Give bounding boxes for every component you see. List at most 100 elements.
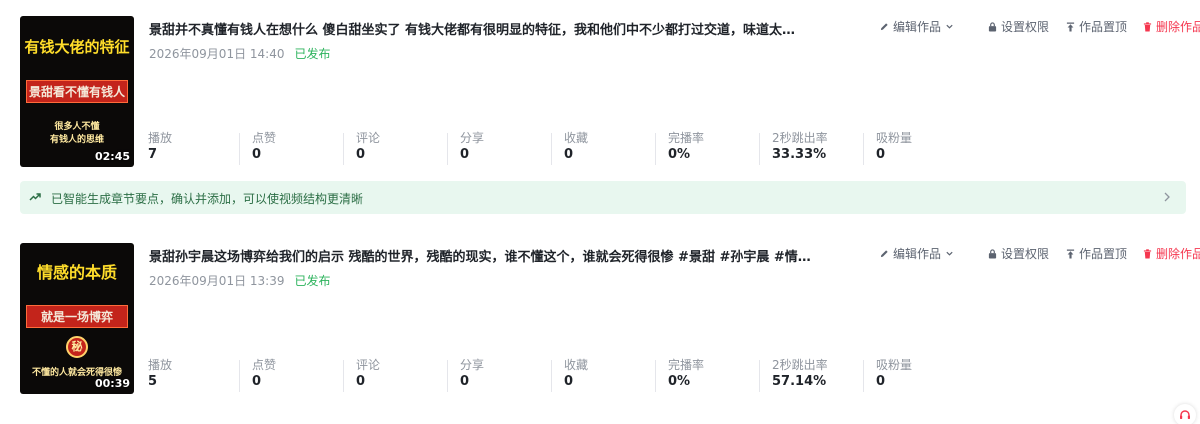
stat-divider — [655, 360, 656, 392]
stat-value: 57.14% — [772, 374, 827, 389]
stat-followers-gained: 吸粉量 0 — [876, 356, 979, 394]
stat-comments: 评论 0 — [356, 129, 459, 167]
chapter-suggestion-banner[interactable]: 已智能生成章节要点，确认并添加，可以使视频结构更清晰 — [20, 181, 1186, 214]
stat-divider — [239, 133, 240, 165]
stat-plays: 播放 7 — [148, 129, 251, 167]
edit-work-button[interactable]: 编辑作品 — [880, 18, 954, 35]
stat-value: 0% — [668, 374, 691, 389]
trash-icon — [1143, 248, 1152, 258]
thumbnail-caption: 有钱人的思维 — [49, 135, 104, 145]
stat-value: 0 — [876, 147, 886, 162]
work-title[interactable]: 景甜并不真懂有钱人在想什么 傻白甜坐实了 有钱大佬都有很明显的特征，我和他们中不… — [149, 19, 849, 38]
chevron-down-icon — [946, 251, 953, 256]
seal-badge: 秘 — [66, 336, 88, 358]
stat-label: 完播率 — [668, 131, 705, 145]
edit-work-button[interactable]: 编辑作品 — [880, 245, 954, 262]
thumbnail-caption: 情感的本质 — [36, 263, 117, 282]
stat-label: 点赞 — [252, 358, 277, 372]
video-duration: 02:45 — [94, 150, 130, 163]
stat-label: 分享 — [460, 131, 485, 145]
stat-divider — [759, 360, 760, 392]
video-duration: 00:39 — [94, 377, 130, 390]
stat-divider — [343, 133, 344, 165]
trash-icon — [1143, 21, 1152, 31]
stat-favorites: 收藏 0 — [564, 356, 667, 394]
stat-value: 0 — [460, 374, 470, 389]
stat-shares: 分享 0 — [460, 356, 563, 394]
status-badge: 已发布 — [294, 274, 331, 288]
stat-2s-bounce-rate: 2秒跳出率 33.33% — [772, 129, 875, 167]
lock-icon — [988, 248, 997, 258]
chevron-right-icon[interactable] — [1162, 191, 1172, 203]
work-stats: 播放 5 点赞 0 评论 0 分享 0 收藏 0 完播率 0% 2秒跳出率 57.14% 吸粉… — [148, 356, 938, 394]
set-permissions-label: 设置权限 — [1001, 247, 1050, 261]
pencil-icon — [880, 23, 888, 31]
stat-label: 评论 — [356, 358, 381, 372]
set-permissions-button[interactable]: 设置权限 — [988, 18, 1049, 35]
stat-label: 2秒跳出率 — [772, 358, 828, 372]
work-actions: 编辑作品 设置权限 作品置顶 删除作品 — [880, 18, 1200, 38]
pencil-icon — [880, 250, 888, 258]
stat-value: 0 — [564, 147, 574, 162]
video-thumbnail[interactable]: 情感的本质 就是一场博弈 秘 不懂的人就会死得很惨 00:39 — [20, 243, 134, 394]
stat-label: 收藏 — [564, 131, 589, 145]
video-thumbnail[interactable]: 有钱大佬的特征 景甜看不懂有钱人 很多人不懂 有钱人的思维 02:45 — [20, 16, 134, 167]
thumbnail-caption: 有钱大佬的特征 — [24, 38, 130, 56]
stat-value: 0 — [356, 374, 366, 389]
pin-work-label: 作品置顶 — [1079, 247, 1128, 261]
work-item: 有钱大佬的特征 景甜看不懂有钱人 很多人不懂 有钱人的思维 02:45 景甜并不… — [20, 16, 1200, 168]
stat-label: 吸粉量 — [876, 358, 913, 372]
stat-divider — [343, 360, 344, 392]
stat-comments: 评论 0 — [356, 356, 459, 394]
pin-top-icon — [1066, 22, 1075, 31]
stat-value: 0% — [668, 147, 691, 162]
edit-work-label: 编辑作品 — [893, 20, 942, 34]
customer-support-button[interactable] — [1174, 404, 1196, 424]
stat-value: 33.33% — [772, 147, 827, 162]
headset-icon — [1180, 410, 1190, 419]
stat-value: 0 — [564, 374, 574, 389]
work-item: 情感的本质 就是一场博弈 秘 不懂的人就会死得很惨 00:39 景甜孙宇晨这场博… — [20, 243, 1200, 395]
status-badge: 已发布 — [294, 47, 331, 61]
work-meta: 2026年09月01日 13:39 已发布 — [149, 272, 331, 289]
stat-divider — [447, 360, 448, 392]
stat-divider — [655, 133, 656, 165]
edit-work-label: 编辑作品 — [893, 247, 942, 261]
publish-date: 2026年09月01日 13:39 — [149, 274, 285, 288]
delete-work-button[interactable]: 删除作品 — [1143, 245, 1200, 262]
delete-work-button[interactable]: 删除作品 — [1143, 18, 1200, 35]
set-permissions-button[interactable]: 设置权限 — [988, 245, 1049, 262]
thumbnail-caption: 就是一场博弈 — [26, 305, 128, 328]
work-meta: 2026年09月01日 14:40 已发布 — [149, 45, 331, 62]
stat-label: 2秒跳出率 — [772, 131, 828, 145]
stat-label: 评论 — [356, 131, 381, 145]
set-permissions-label: 设置权限 — [1001, 20, 1050, 34]
stat-label: 吸粉量 — [876, 131, 913, 145]
stat-value: 0 — [876, 374, 886, 389]
pin-work-button[interactable]: 作品置顶 — [1066, 245, 1127, 262]
stat-completion-rate: 完播率 0% — [668, 129, 771, 167]
stat-divider — [551, 360, 552, 392]
stat-value: 0 — [252, 147, 262, 162]
pin-work-button[interactable]: 作品置顶 — [1066, 18, 1127, 35]
delete-work-label: 删除作品 — [1156, 247, 1200, 261]
work-title[interactable]: 景甜孙宇晨这场博弈给我们的启示 残酷的世界，残酷的现实，谁不懂这个，谁就会死得很… — [149, 246, 849, 265]
stat-plays: 播放 5 — [148, 356, 251, 394]
stat-value: 0 — [460, 147, 470, 162]
stat-label: 完播率 — [668, 358, 705, 372]
stat-divider — [863, 133, 864, 165]
stat-value: 0 — [356, 147, 366, 162]
banner-text: 已智能生成章节要点，确认并添加，可以使视频结构更清晰 — [51, 192, 364, 206]
stat-likes: 点赞 0 — [252, 129, 355, 167]
stat-label: 收藏 — [564, 358, 589, 372]
pin-top-icon — [1066, 249, 1075, 258]
stat-value: 0 — [252, 374, 262, 389]
chevron-down-icon — [946, 24, 953, 29]
publish-date: 2026年09月01日 14:40 — [149, 47, 285, 61]
stat-divider — [239, 360, 240, 392]
work-actions: 编辑作品 设置权限 作品置顶 删除作品 — [880, 245, 1200, 265]
stat-divider — [447, 133, 448, 165]
stat-value: 5 — [148, 374, 158, 389]
stat-2s-bounce-rate: 2秒跳出率 57.14% — [772, 356, 875, 394]
stat-shares: 分享 0 — [460, 129, 563, 167]
